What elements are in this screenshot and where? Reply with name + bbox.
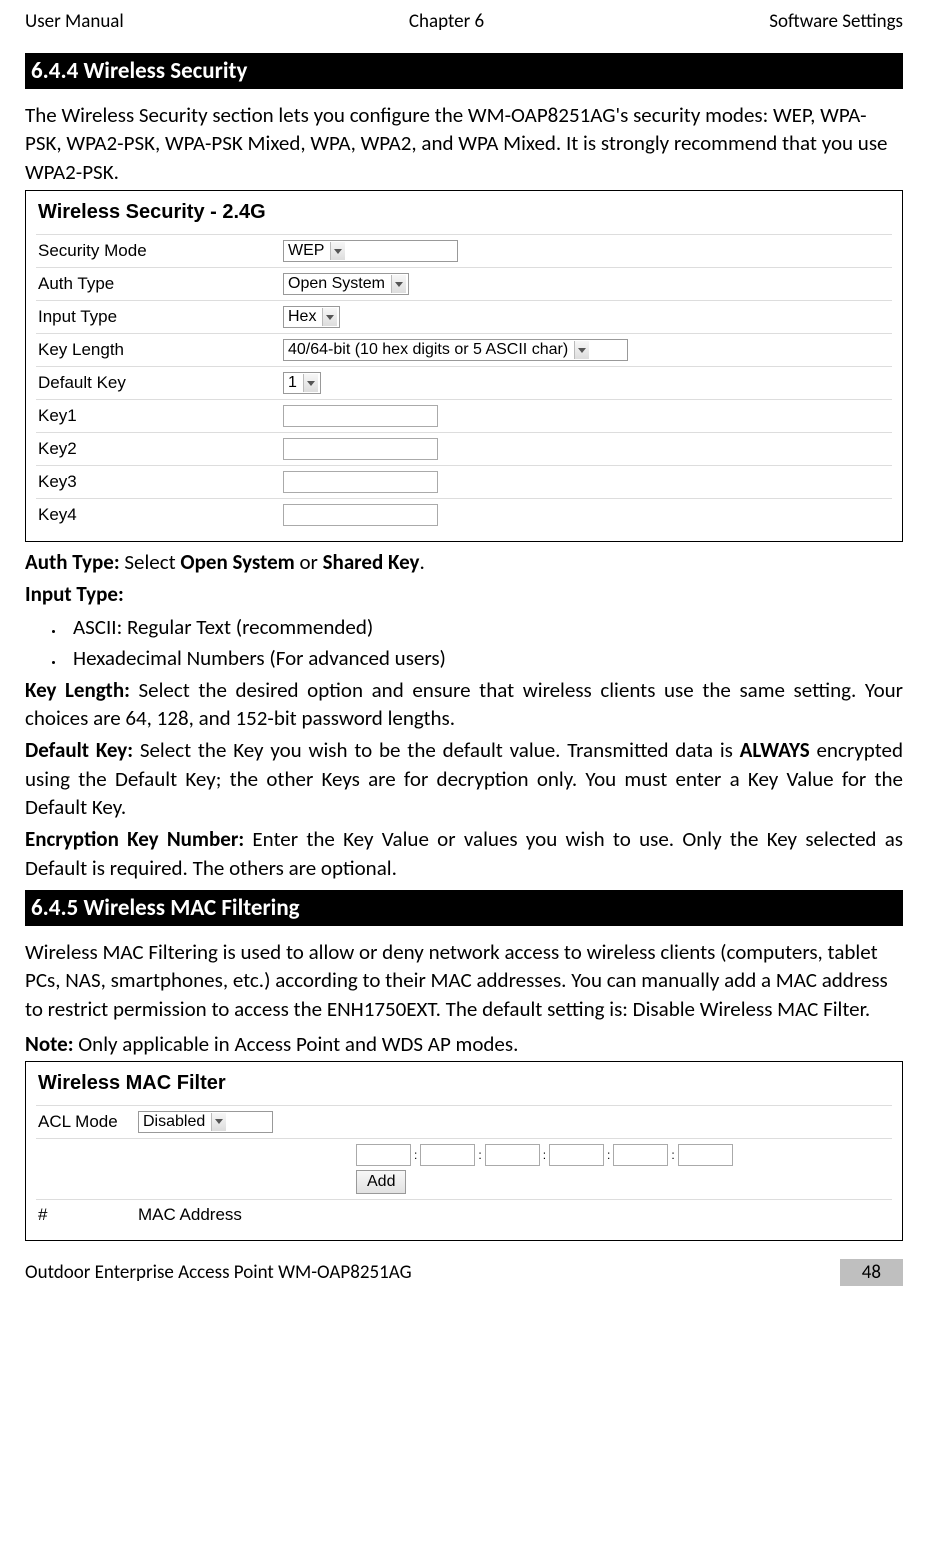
chevron-down-icon bbox=[211, 1113, 226, 1131]
col-hash: # bbox=[38, 1205, 138, 1225]
select-acl-mode[interactable]: Disabled bbox=[138, 1111, 273, 1133]
select-key-length[interactable]: 40/64-bit (10 hex digits or 5 ASCII char… bbox=[283, 339, 628, 361]
mac-octet-2[interactable] bbox=[420, 1144, 475, 1166]
add-button[interactable]: Add bbox=[356, 1170, 406, 1194]
select-input-type[interactable]: Hex bbox=[283, 306, 340, 328]
select-auth-type[interactable]: Open System bbox=[283, 273, 409, 295]
wireless-security-panel: Wireless Security - 2.4G Security Mode W… bbox=[25, 190, 903, 542]
desc-encryption-key-number: Encryption Key Number: Enter the Key Val… bbox=[25, 825, 903, 882]
desc-key-length: Key Length: Select the desired option an… bbox=[25, 676, 903, 733]
input-key4[interactable] bbox=[283, 504, 438, 526]
desc-default-key: Default Key: Select the Key you wish to … bbox=[25, 736, 903, 821]
mac-address-input-group: : : : : : bbox=[356, 1144, 890, 1166]
chevron-down-icon bbox=[330, 242, 345, 260]
mac-octet-5[interactable] bbox=[613, 1144, 668, 1166]
col-mac-address: MAC Address bbox=[138, 1205, 242, 1225]
page-footer: Outdoor Enterprise Access Point WM-OAP82… bbox=[25, 1259, 903, 1286]
chevron-down-icon bbox=[322, 308, 337, 326]
row-key1: Key1 bbox=[36, 399, 892, 432]
chevron-down-icon bbox=[574, 341, 589, 359]
label-key1: Key1 bbox=[38, 406, 283, 426]
row-key2: Key2 bbox=[36, 432, 892, 465]
row-key3: Key3 bbox=[36, 465, 892, 498]
page-number: 48 bbox=[840, 1259, 903, 1286]
section-heading-wireless-security: 6.4.4 Wireless Security bbox=[25, 53, 903, 89]
select-default-key[interactable]: 1 bbox=[283, 372, 321, 394]
intro-mac-filtering: Wireless MAC Filtering is used to allow … bbox=[25, 938, 903, 1023]
mac-filter-panel: Wireless MAC Filter ACL Mode Disabled : … bbox=[25, 1061, 903, 1241]
label-acl-mode: ACL Mode bbox=[38, 1113, 138, 1132]
footer-left: Outdoor Enterprise Access Point WM-OAP82… bbox=[25, 1261, 412, 1284]
input-key3[interactable] bbox=[283, 471, 438, 493]
label-auth-type: Auth Type bbox=[38, 274, 283, 294]
mac-octet-3[interactable] bbox=[485, 1144, 540, 1166]
label-key-length: Key Length bbox=[38, 340, 283, 360]
label-default-key: Default Key bbox=[38, 373, 283, 393]
panel-title: Wireless Security - 2.4G bbox=[38, 201, 892, 224]
input-key1[interactable] bbox=[283, 405, 438, 427]
section-heading-mac-filtering: 6.4.5 Wireless MAC Filtering bbox=[25, 890, 903, 926]
panel-title-mac: Wireless MAC Filter bbox=[38, 1072, 892, 1095]
label-key2: Key2 bbox=[38, 439, 283, 459]
label-key4: Key4 bbox=[38, 505, 283, 525]
row-security-mode: Security Mode WEP bbox=[36, 234, 892, 267]
page-header: User Manual Chapter 6 Software Settings bbox=[25, 10, 903, 33]
label-security-mode: Security Mode bbox=[38, 241, 283, 261]
input-key2[interactable] bbox=[283, 438, 438, 460]
row-default-key: Default Key 1 bbox=[36, 366, 892, 399]
bullet-hex: Hexadecimal Numbers (For advanced users) bbox=[65, 644, 903, 673]
desc-auth-type: Auth Type: Select Open System or Shared … bbox=[25, 548, 903, 576]
row-auth-type: Auth Type Open System bbox=[36, 267, 892, 300]
mac-octet-1[interactable] bbox=[356, 1144, 411, 1166]
intro-wireless-security: The Wireless Security section lets you c… bbox=[25, 101, 903, 186]
select-security-mode[interactable]: WEP bbox=[283, 240, 458, 262]
row-input-type: Input Type Hex bbox=[36, 300, 892, 333]
mac-octet-6[interactable] bbox=[678, 1144, 733, 1166]
note-mac-filtering: Note: Only applicable in Access Point an… bbox=[25, 1031, 903, 1057]
header-right: Software Settings bbox=[769, 10, 903, 33]
row-mac-table-header: # MAC Address bbox=[36, 1199, 892, 1230]
row-key4: Key4 bbox=[36, 498, 892, 531]
label-key3: Key3 bbox=[38, 472, 283, 492]
label-input-type: Input Type bbox=[38, 307, 283, 327]
desc-input-type-label: Input Type: bbox=[25, 580, 903, 608]
bullet-ascii: ASCII: Regular Text (recommended) bbox=[65, 613, 903, 642]
row-acl-mode: ACL Mode Disabled bbox=[36, 1105, 892, 1138]
chevron-down-icon bbox=[391, 275, 406, 293]
chevron-down-icon bbox=[303, 374, 318, 392]
row-add-mac: : : : : : Add bbox=[36, 1138, 892, 1199]
mac-octet-4[interactable] bbox=[549, 1144, 604, 1166]
header-center: Chapter 6 bbox=[409, 10, 484, 33]
input-type-bullets: ASCII: Regular Text (recommended) Hexade… bbox=[65, 613, 903, 674]
row-key-length: Key Length 40/64-bit (10 hex digits or 5… bbox=[36, 333, 892, 366]
header-left: User Manual bbox=[25, 10, 124, 33]
